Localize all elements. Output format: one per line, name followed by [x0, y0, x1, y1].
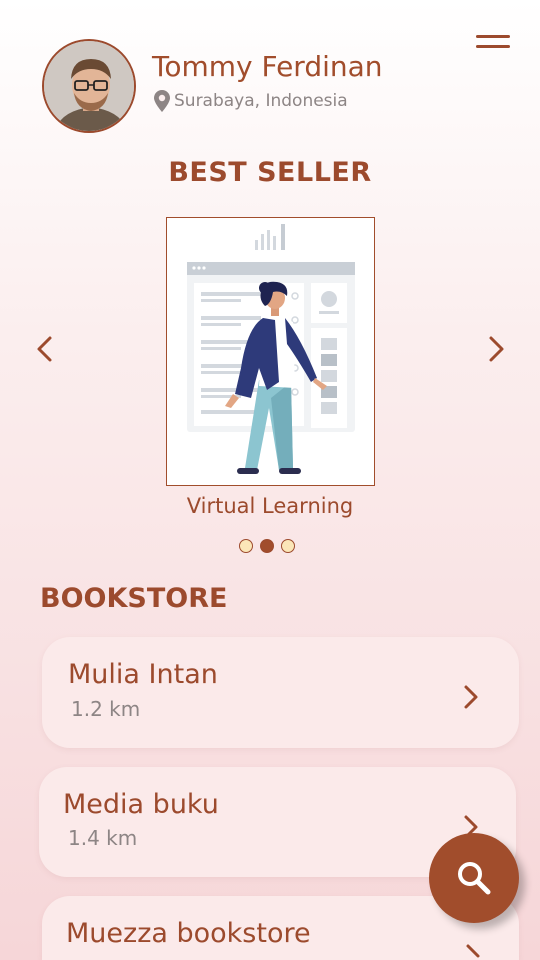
- carousel-dot-2[interactable]: [260, 539, 274, 553]
- avatar[interactable]: [42, 39, 136, 133]
- bookstore-distance: 1.2 km: [71, 697, 141, 721]
- best-seller-cover[interactable]: [166, 217, 375, 486]
- carousel-dot-1[interactable]: [239, 539, 253, 553]
- location-pin-icon: [154, 90, 170, 112]
- best-seller-caption: Virtual Learning: [186, 494, 354, 518]
- search-button[interactable]: [429, 833, 519, 923]
- bookstore-distance: 1.4 km: [68, 826, 138, 850]
- profile-location: Surabaya, Indonesia: [154, 90, 348, 112]
- bookstore-card-mulia-intan[interactable]: Mulia Intan 1.2 km: [42, 637, 519, 748]
- best-seller-title: BEST SELLER: [168, 157, 372, 188]
- carousel-dot-3[interactable]: [281, 539, 295, 553]
- search-icon: [458, 862, 491, 895]
- chevron-right-icon: [466, 944, 480, 958]
- chevron-right-icon[interactable]: [485, 335, 507, 363]
- chevron-right-icon: [464, 685, 478, 709]
- chevron-left-icon[interactable]: [34, 335, 56, 363]
- carousel-dots: [239, 539, 295, 553]
- bookstore-title: BOOKSTORE: [40, 583, 228, 614]
- bookstore-name: Mulia Intan: [68, 659, 218, 690]
- bookstore-name: Media buku: [63, 789, 219, 820]
- profile-name: Tommy Ferdinan: [152, 50, 383, 83]
- virtual-learning-illustration: [187, 224, 355, 474]
- profile-location-text: Surabaya, Indonesia: [174, 91, 348, 111]
- bookstore-name: Muezza bookstore: [66, 918, 311, 949]
- hamburger-menu-icon[interactable]: [476, 33, 512, 53]
